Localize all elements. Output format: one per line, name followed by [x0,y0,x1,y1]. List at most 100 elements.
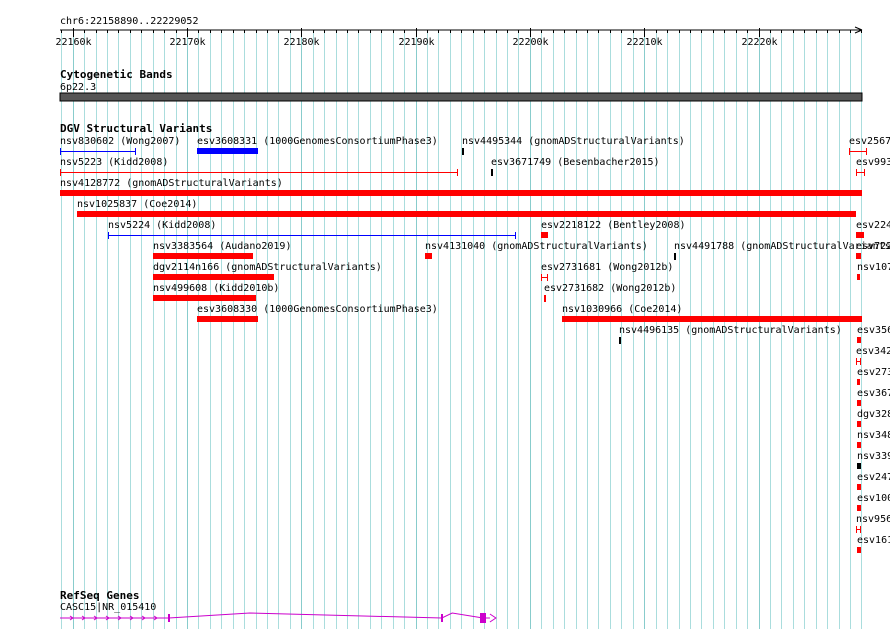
sv-feature[interactable]: nsv4495344 (gnomADStructuralVariants) [462,136,685,155]
dgv-track-title[interactable]: DGV Structural Variants [60,122,212,135]
sv-feature-label[interactable]: nsv3383564 (Audano2019) [153,241,291,252]
sv-feature-label[interactable]: esv3608330 (1000GenomesConsortiumPhase3) [197,304,438,315]
sv-feature-label[interactable]: esv2218122 (Bentley2008) [541,220,686,231]
refseq-track-title[interactable]: RefSeq Genes [60,589,139,602]
sv-feature-bar[interactable] [857,463,861,469]
sv-feature-bar[interactable] [857,484,861,490]
sv-feature-label[interactable]: esv2731683 [857,367,890,378]
sv-feature-label[interactable]: dgv3286n1 [857,409,890,420]
sv-feature-label[interactable]: nsv830602 (Wong2007) [60,136,180,147]
sv-feature-label[interactable]: nsv956938 [856,514,890,525]
sv-feature-label[interactable]: esv3671749 (Besenbacher2015) [491,157,660,168]
ruler-tick-label: 22220k [741,37,777,48]
sv-feature-tick[interactable] [544,295,546,302]
sv-feature[interactable]: esv2567579 [849,136,890,155]
sv-feature-tick[interactable] [674,253,676,260]
sv-feature-tick[interactable] [619,337,621,344]
sv-feature[interactable]: nsv4131040 (gnomADStructuralVariants) [425,241,648,259]
ruler-track: chr6:22158890..22229052 22160k 22170k 2218… [55,16,863,48]
sv-feature-bar[interactable] [857,400,861,406]
sv-feature[interactable]: esv3671749 (Besenbacher2015) [491,157,660,176]
gene-intron-line[interactable] [60,612,490,619]
ruler-tick-label: 22210k [626,37,662,48]
sv-feature-label[interactable]: nsv4131040 (gnomADStructuralVariants) [425,241,648,252]
gene-exon[interactable] [168,614,170,622]
gene-exon[interactable] [480,613,486,623]
refseq-track: RefSeq Genes CASC15|NR_015410 [60,589,497,623]
sv-feature-label[interactable]: nsv4128772 (gnomADStructuralVariants) [60,178,283,189]
sv-feature-label[interactable]: nsv499608 (Kidd2010b) [153,283,279,294]
sv-feature-label[interactable]: esv100999 [857,493,890,504]
sv-feature-label[interactable]: esv161647 [857,535,890,546]
sv-feature-bar[interactable] [197,316,258,322]
sv-feature[interactable]: esv2242577 [856,220,890,238]
gene-label[interactable]: CASC15|NR_015410 [60,602,156,613]
sv-feature[interactable]: esv2731681 (Wong2012b) [541,262,673,281]
ruler-tick-label: 22170k [169,37,205,48]
sv-feature-bar[interactable] [153,253,253,259]
gene-model [60,612,497,623]
sv-feature-label[interactable]: nsv4495344 (gnomADStructuralVariants) [462,136,685,147]
sv-feature-bar[interactable] [857,379,860,385]
cytoband-label: 6p22.3 [60,82,96,93]
sv-feature[interactable]: esv3608330 (1000GenomesConsortiumPhase3) [197,304,438,322]
sv-feature-label[interactable]: nsv107396 [857,262,890,273]
sv-feature-label[interactable]: esv3567393 [857,325,890,336]
sv-feature-label[interactable]: esv2731682 (Wong2012b) [544,283,676,294]
sv-feature[interactable]: nsv5224 (Kidd2008) [108,220,516,239]
sv-feature-label[interactable]: esv3608331 (1000GenomesConsortiumPhase3) [197,136,438,147]
sv-feature-label[interactable]: esv993056 [856,157,890,168]
sv-feature-label[interactable]: nsv348766 [857,430,890,441]
sv-feature-tick[interactable] [491,169,493,176]
cytoband-bar[interactable] [59,92,863,102]
sv-feature-bar[interactable] [60,190,862,196]
sv-feature-label[interactable]: nsv1030966 (Coe2014) [562,304,682,315]
gene-end-arrow-icon [489,613,497,623]
sv-feature-label[interactable]: nsv4496135 (gnomADStructuralVariants) [619,325,842,336]
sv-feature-label[interactable]: esv2242577 [856,220,890,231]
cytoband-track-title[interactable]: Cytogenetic Bands [60,68,173,81]
sv-feature-bar[interactable] [857,505,861,511]
sv-feature-bar[interactable] [153,274,274,280]
sv-feature-bar[interactable] [856,232,864,238]
dgv-track: DGV Structural Variants nsv830602 (Wong2… [60,122,890,553]
sv-feature[interactable]: nsv5223 (Kidd2008) [60,157,458,176]
sv-feature[interactable]: nsv830602 (Wong2007) [60,136,180,155]
sv-feature-bar[interactable] [541,232,548,238]
sv-feature-bar[interactable] [857,547,861,553]
sv-feature-bar[interactable] [197,148,258,154]
sv-feature-bar[interactable] [77,211,856,217]
sv-feature[interactable]: esv3608331 (1000GenomesConsortiumPhase3) [197,136,438,154]
sv-feature-bar[interactable] [153,295,256,301]
sv-feature-bar[interactable] [857,337,861,343]
sv-feature[interactable]: nsv499608 (Kidd2010b) [153,283,279,301]
sv-feature-bar[interactable] [425,253,432,259]
genome-browser-view: chr6:22158890..22229052 22160k 22170k 2218… [0,0,890,629]
sv-feature[interactable]: nsv1025837 (Coe2014) [77,199,856,217]
sv-feature-label[interactable]: esv3425 ( [856,346,890,357]
gene-exon[interactable] [441,614,443,622]
sv-feature-tick[interactable] [462,148,464,155]
sv-feature-bar[interactable] [856,253,861,259]
sv-feature-label[interactable]: esv2567579 [849,136,890,147]
ruler-tick-label: 22160k [55,37,91,48]
sv-feature-bar[interactable] [857,274,860,280]
sv-feature[interactable]: nsv4496135 (gnomADStructuralVariants) [619,325,842,344]
sv-feature-label[interactable]: esv7226 ( [856,241,890,252]
sv-feature-label[interactable]: dgv2114n166 (gnomADStructuralVariants) [153,262,382,273]
ruler-ticks: 22160k 22170k 22180k 22190k 22200k 22210k 2222… [55,28,862,48]
sv-feature[interactable]: nsv3383564 (Audano2019) [153,241,291,259]
sv-feature-bar[interactable] [857,442,861,448]
sv-feature-label[interactable]: esv2731681 (Wong2012b) [541,262,673,273]
ruler-tick-label: 22180k [283,37,319,48]
sv-feature-label[interactable]: esv247315 [857,472,890,483]
sv-feature-label[interactable]: esv3676091 [857,388,890,399]
sv-feature[interactable]: esv2218122 (Bentley2008) [541,220,686,238]
dgv-features: nsv830602 (Wong2007) esv3608331 (1000Geno… [60,136,890,553]
sv-feature-label[interactable]: nsv5223 (Kidd2008) [60,157,168,168]
sv-feature-label[interactable]: nsv1025837 (Coe2014) [77,199,197,210]
sv-feature-label[interactable]: nsv339376 [857,451,890,462]
sv-feature-label[interactable]: nsv5224 (Kidd2008) [108,220,216,231]
sv-feature-bar[interactable] [562,316,862,322]
sv-feature-bar[interactable] [857,421,861,427]
